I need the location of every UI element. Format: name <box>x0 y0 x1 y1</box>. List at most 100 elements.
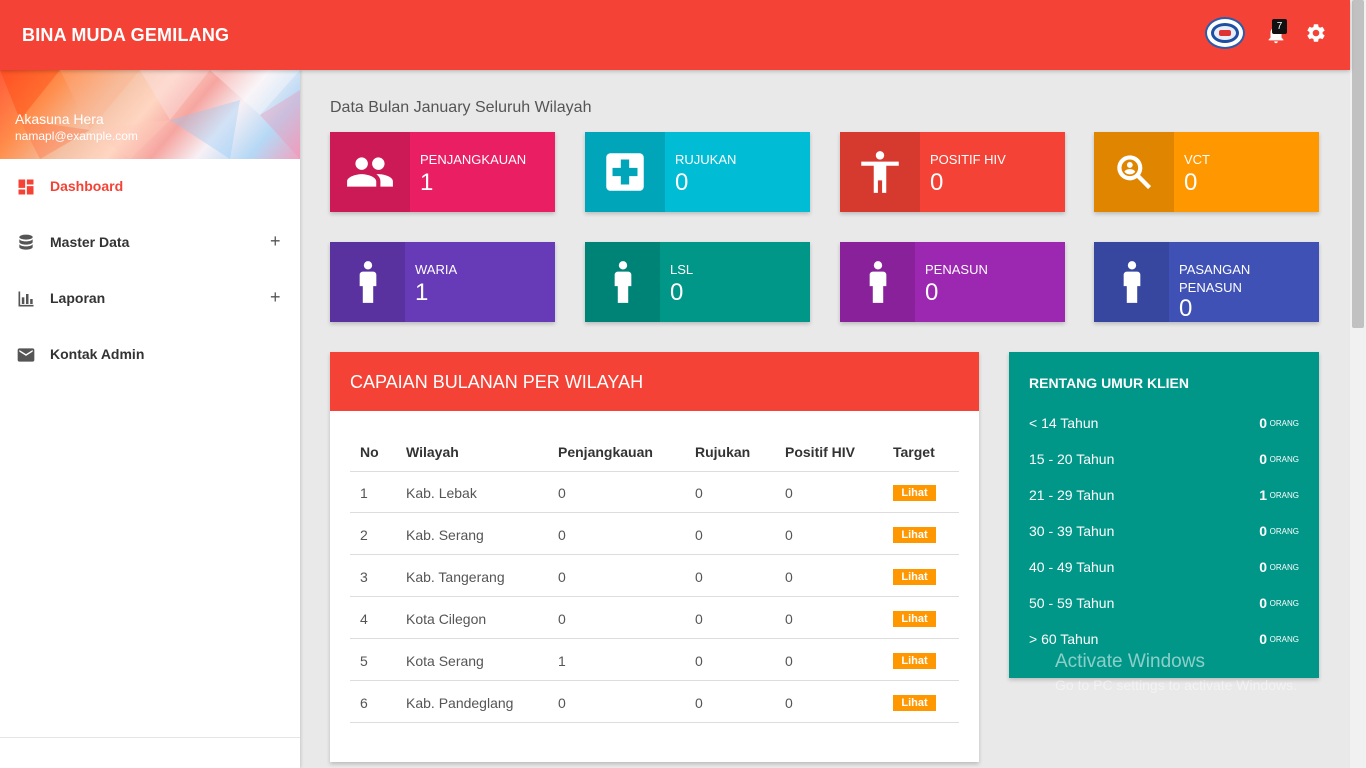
cell-wilayah: Kab. Tangerang <box>406 569 505 585</box>
stat-lsl[interactable]: LSL 0 <box>585 242 810 322</box>
expand-plus-icon[interactable]: + <box>270 287 281 308</box>
stat-rujukan[interactable]: RUJUKAN 0 <box>585 132 810 212</box>
settings-gear-icon[interactable] <box>1305 22 1327 44</box>
age-range-count: 0 <box>1259 595 1267 611</box>
stat-waria[interactable]: WARIA 1 <box>330 242 555 322</box>
cell-no: 3 <box>360 569 368 585</box>
lihat-target-button[interactable]: Lihat <box>893 485 936 501</box>
sidebar-item-kontak-admin[interactable]: Kontak Admin <box>0 335 300 375</box>
age-range-unit: ORANG <box>1269 599 1299 608</box>
age-range-label: 30 - 39 Tahun <box>1029 523 1115 539</box>
cell-rujukan: 0 <box>695 611 703 627</box>
panel-title: RENTANG UMUR KLIEN <box>1029 375 1189 391</box>
cell-positif-hiv: 0 <box>785 611 793 627</box>
stat-vct[interactable]: VCT 0 <box>1094 132 1319 212</box>
stat-pasangan-penasun[interactable]: PASANGAN PENASUN 0 <box>1094 242 1319 322</box>
stat-label: RUJUKAN <box>675 152 737 167</box>
cell-no: 1 <box>360 485 368 501</box>
scrollbar-thumb[interactable] <box>1352 0 1364 328</box>
age-range-unit: ORANG <box>1269 527 1299 536</box>
stat-penasun[interactable]: PENASUN 0 <box>840 242 1065 322</box>
cell-positif-hiv: 0 <box>785 485 793 501</box>
sidebar-item-master-data[interactable]: Master Data + <box>0 223 300 263</box>
brand-title[interactable]: BINA MUDA GEMILANG <box>22 25 229 46</box>
row-divider <box>350 680 959 681</box>
organization-logo <box>1205 17 1245 49</box>
cell-no: 2 <box>360 527 368 543</box>
age-range-row: 30 - 39 Tahun 0 ORANG <box>1029 523 1299 543</box>
column-header-no: No <box>360 444 379 460</box>
cell-positif-hiv: 0 <box>785 653 793 669</box>
expand-plus-icon[interactable]: + <box>270 231 281 252</box>
capaian-panel: CAPAIAN BULANAN PER WILAYAH No Wilayah P… <box>330 352 979 762</box>
dashboard-icon <box>18 179 34 195</box>
search-person-icon <box>1094 132 1174 212</box>
cell-no: 5 <box>360 653 368 669</box>
age-range-label: 21 - 29 Tahun <box>1029 487 1115 503</box>
cell-penjangkauan: 0 <box>558 611 566 627</box>
age-range-label: > 60 Tahun <box>1029 631 1099 647</box>
stat-value: 0 <box>670 279 684 306</box>
lihat-target-button[interactable]: Lihat <box>893 527 936 543</box>
age-range-unit: ORANG <box>1269 563 1299 572</box>
cell-penjangkauan: 0 <box>558 485 566 501</box>
age-range-count: 0 <box>1259 523 1267 539</box>
age-range-row: < 14 Tahun 0 ORANG <box>1029 415 1299 435</box>
cell-penjangkauan: 1 <box>558 653 566 669</box>
stat-label: LSL <box>670 262 694 277</box>
person-icon <box>840 132 920 212</box>
bar-chart-icon <box>18 291 34 307</box>
stat-value: 0 <box>930 169 944 196</box>
page-scrollbar[interactable] <box>1350 0 1366 768</box>
cell-penjangkauan: 0 <box>558 569 566 585</box>
row-divider <box>350 471 959 472</box>
person-icon <box>1094 242 1169 322</box>
stat-value: 0 <box>925 279 939 306</box>
stat-value: 1 <box>415 279 429 306</box>
stat-value: 1 <box>420 169 434 196</box>
column-header-rujukan: Rujukan <box>695 444 751 460</box>
panel-header: CAPAIAN BULANAN PER WILAYAH <box>330 352 979 411</box>
row-divider <box>350 596 959 597</box>
stat-penjangkauan[interactable]: PENJANGKAUAN 1 <box>330 132 555 212</box>
age-range-row: 40 - 49 Tahun 0 ORANG <box>1029 559 1299 579</box>
cell-positif-hiv: 0 <box>785 569 793 585</box>
cell-penjangkauan: 0 <box>558 527 566 543</box>
cell-no: 4 <box>360 611 368 627</box>
mail-icon <box>17 348 35 362</box>
lihat-target-button[interactable]: Lihat <box>893 611 936 627</box>
age-range-row: 50 - 59 Tahun 0 ORANG <box>1029 595 1299 615</box>
people-icon <box>330 132 410 212</box>
row-divider <box>350 638 959 639</box>
cell-rujukan: 0 <box>695 653 703 669</box>
age-range-unit: ORANG <box>1269 455 1299 464</box>
rentang-umur-panel: RENTANG UMUR KLIEN < 14 Tahun 0 ORANG 15… <box>1009 352 1319 678</box>
stat-positif-hiv[interactable]: POSITIF HIV 0 <box>840 132 1065 212</box>
age-range-unit: ORANG <box>1269 635 1299 644</box>
person-icon <box>840 242 915 322</box>
lihat-target-button[interactable]: Lihat <box>893 569 936 585</box>
panel-title: CAPAIAN BULANAN PER WILAYAH <box>350 372 644 392</box>
cell-wilayah: Kab. Serang <box>406 527 484 543</box>
row-divider <box>350 512 959 513</box>
cell-rujukan: 0 <box>695 527 703 543</box>
stat-label: PENJANGKAUAN <box>420 152 527 167</box>
medical-cross-icon <box>585 132 665 212</box>
cell-wilayah: Kota Cilegon <box>406 611 487 627</box>
cell-wilayah: Kota Serang <box>406 653 484 669</box>
column-header-wilayah: Wilayah <box>406 444 459 460</box>
user-email: namapl@example.com <box>15 129 138 143</box>
age-range-row: > 60 Tahun 0 ORANG <box>1029 631 1299 651</box>
sidebar-item-dashboard[interactable]: Dashboard <box>0 167 300 207</box>
lihat-target-button[interactable]: Lihat <box>893 653 936 669</box>
age-range-unit: ORANG <box>1269 419 1299 428</box>
age-range-count: 0 <box>1259 415 1267 431</box>
lihat-target-button[interactable]: Lihat <box>893 695 936 711</box>
age-range-label: 50 - 59 Tahun <box>1029 595 1115 611</box>
age-range-label: < 14 Tahun <box>1029 415 1099 431</box>
cell-rujukan: 0 <box>695 569 703 585</box>
sidebar-item-laporan[interactable]: Laporan + <box>0 279 300 319</box>
sidebar-divider <box>0 737 300 738</box>
cell-wilayah: Kab. Lebak <box>406 485 477 501</box>
stat-value: 0 <box>1184 169 1198 196</box>
